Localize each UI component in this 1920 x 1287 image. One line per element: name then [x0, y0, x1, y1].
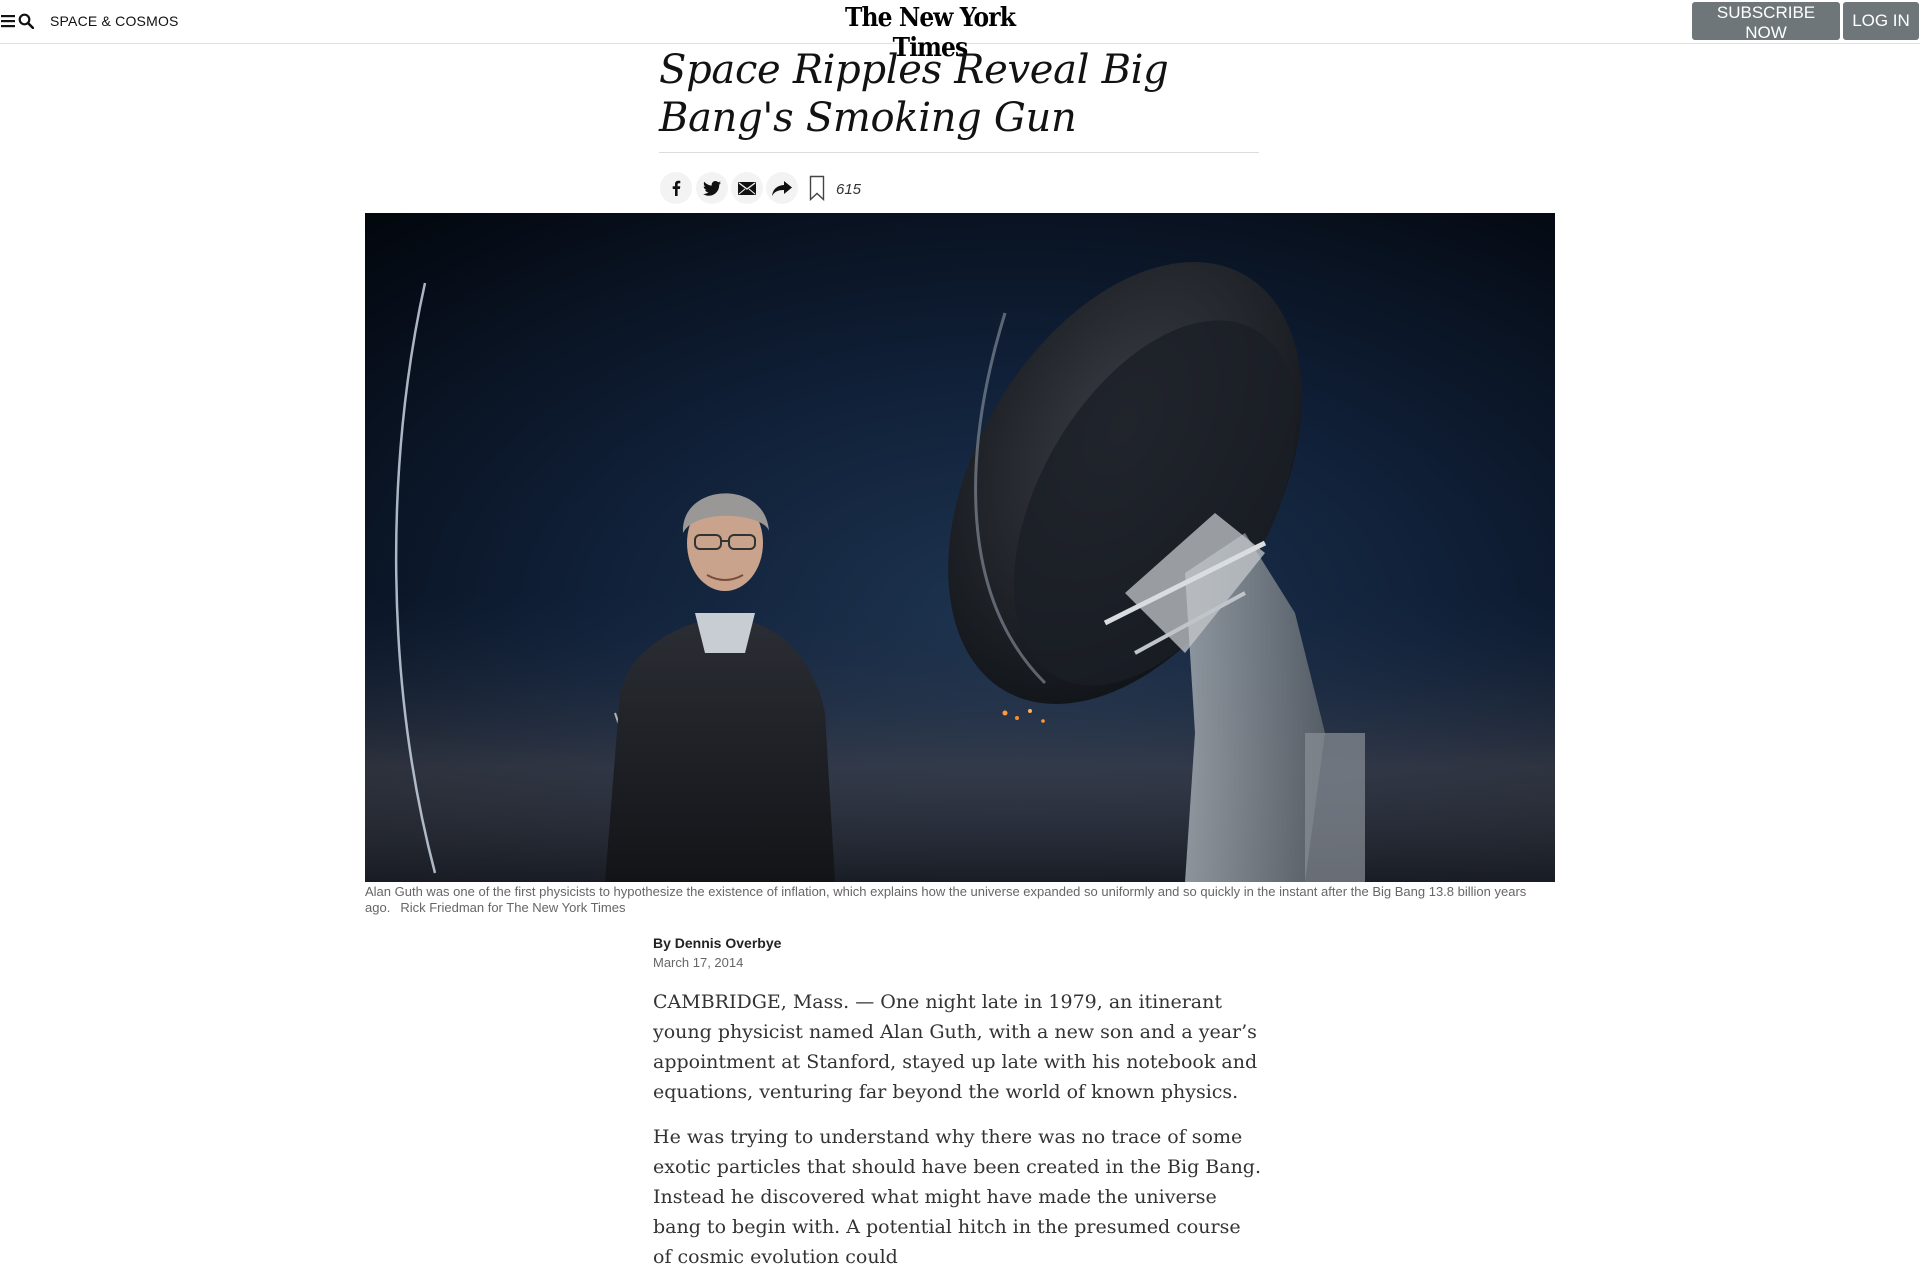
paragraph: He was trying to understand why there wa… [653, 1126, 1262, 1268]
photo-credit: Rick Friedman for The New York Times [400, 900, 626, 915]
author-byline[interactable]: By Dennis Overbye [653, 935, 781, 951]
top-navigation-bar: SPACE & COSMOS The New York Times SUBSCR… [0, 0, 1920, 63]
publish-date: March 17, 2014 [653, 955, 744, 970]
section-name-link[interactable]: SPACE & COSMOS [50, 13, 179, 29]
photo-caption: Alan Guth was one of the first physicist… [365, 884, 1555, 916]
comment-count-link[interactable]: 615 [836, 181, 861, 198]
log-in-button[interactable]: LOG IN [1843, 2, 1919, 40]
article-headline: Space Ripples Reveal Big Bang's Smoking … [659, 47, 1169, 141]
headline-divider [659, 152, 1259, 153]
hamburger-menu-icon[interactable] [1, 14, 15, 28]
email-icon [738, 181, 756, 195]
article-body: CAMBRIDGE, Mass. — One night late in 197… [653, 987, 1263, 1287]
telescope-night-photo [365, 213, 1555, 882]
share-arrow-icon [772, 180, 792, 196]
search-icon[interactable] [18, 13, 35, 30]
email-share-button[interactable] [731, 172, 763, 204]
save-bookmark-button[interactable] [801, 172, 833, 204]
twitter-icon [703, 180, 721, 196]
bookmark-icon [809, 175, 825, 201]
more-share-button[interactable] [766, 172, 798, 204]
lead-photo [365, 213, 1555, 882]
facebook-share-button[interactable] [660, 172, 692, 204]
subscribe-now-button[interactable]: SUBSCRIBE NOW [1692, 2, 1840, 42]
facebook-icon [669, 180, 683, 196]
twitter-share-button[interactable] [696, 172, 728, 204]
paragraph: CAMBRIDGE, Mass. — One night late in 197… [653, 991, 1258, 1103]
